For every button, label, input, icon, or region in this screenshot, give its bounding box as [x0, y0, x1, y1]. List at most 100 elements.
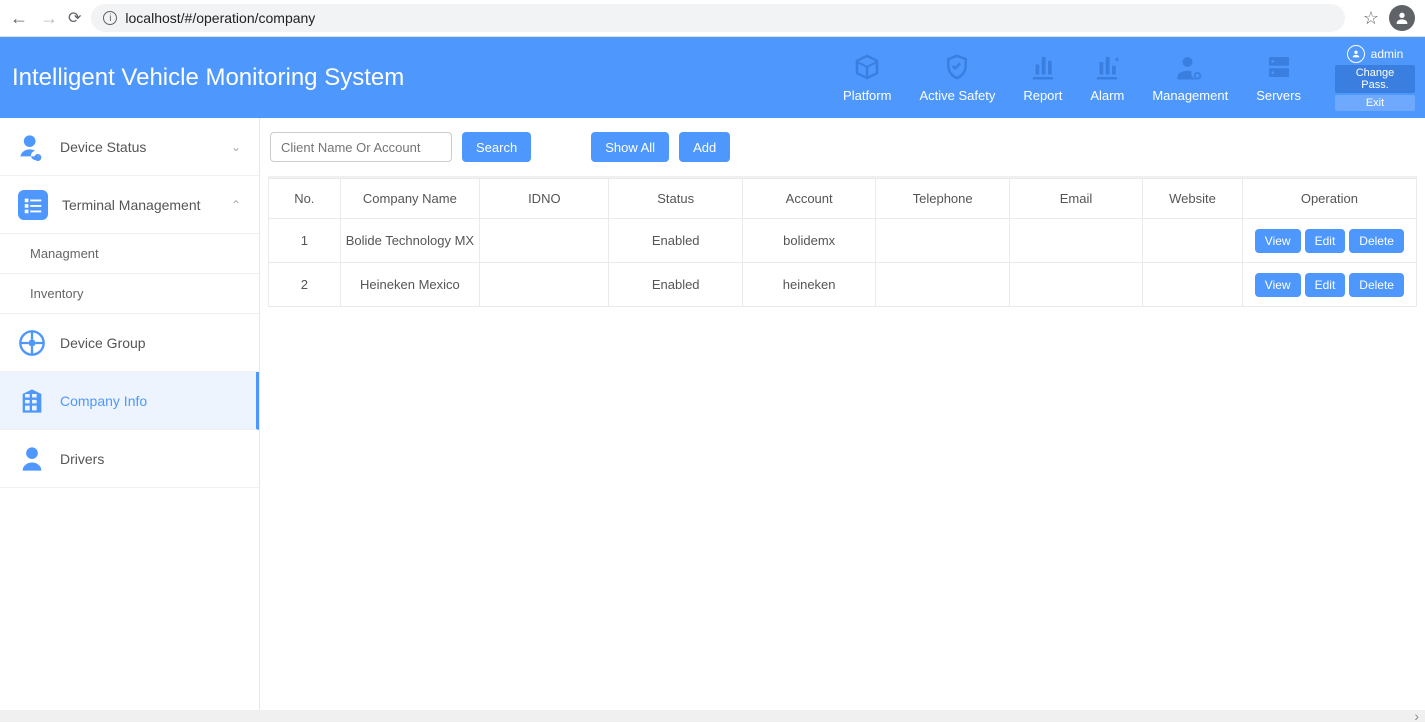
sidebar-label: Terminal Management	[62, 197, 201, 213]
info-icon: i	[103, 11, 117, 25]
cell-operation: ViewEditDelete	[1242, 219, 1416, 263]
col-account: Account	[742, 179, 875, 219]
toolbar: Search Show All Add	[260, 118, 1425, 176]
sidebar-label: Device Status	[60, 139, 146, 155]
cell-idno	[480, 219, 609, 263]
table-row: 2Heineken Mexico Enabledheineken ViewEditD…	[269, 263, 1417, 307]
nav-label: Alarm	[1090, 88, 1124, 103]
col-website: Website	[1143, 179, 1243, 219]
horizontal-scrollbar[interactable]	[0, 710, 1425, 722]
box-icon	[852, 52, 882, 82]
nav-label: Platform	[843, 88, 891, 103]
url-text: localhost/#/operation/company	[125, 10, 315, 26]
col-operation: Operation	[1242, 179, 1416, 219]
sidebar-item-inventory[interactable]: Inventory	[0, 274, 259, 314]
header-user: admin Change Pass. Exit	[1325, 37, 1425, 118]
sidebar-label: Inventory	[30, 286, 83, 301]
search-button[interactable]: Search	[462, 132, 531, 162]
table-header-row: No. Company Name IDNO Status Account Tel…	[269, 179, 1417, 219]
col-telephone: Telephone	[876, 179, 1009, 219]
col-email: Email	[1009, 179, 1142, 219]
cell-no: 2	[269, 263, 341, 307]
cell-status: Enabled	[609, 263, 742, 307]
sidebar: Device Status ⌄ Terminal Management ⌃ Ma…	[0, 118, 260, 710]
nav-label: Servers	[1256, 88, 1301, 103]
nav-label: Management	[1152, 88, 1228, 103]
nav-management[interactable]: Management	[1138, 37, 1242, 118]
sidebar-label: Company Info	[60, 393, 147, 409]
table-row: 1Bolide Technology MXEnabledbolidemxView…	[269, 219, 1417, 263]
sidebar-label: Device Group	[60, 335, 146, 351]
table-container: No. Company Name IDNO Status Account Tel…	[268, 176, 1417, 710]
sidebar-item-device-status[interactable]: Device Status ⌄	[0, 118, 259, 176]
list-icon	[18, 190, 48, 220]
forward-button[interactable]: →	[40, 8, 58, 29]
cell-email	[1009, 219, 1142, 263]
cell-account: heineken	[742, 263, 875, 307]
url-bar[interactable]: i localhost/#/operation/company	[91, 4, 1344, 32]
nav-active-safety[interactable]: Active Safety	[905, 37, 1009, 118]
edit-button[interactable]: Edit	[1305, 229, 1346, 253]
user-avatar-icon	[1347, 45, 1365, 63]
nav-servers[interactable]: Servers	[1242, 37, 1315, 118]
cell-account: bolidemx	[742, 219, 875, 263]
cell-email	[1009, 263, 1142, 307]
exit-link[interactable]: Exit	[1335, 95, 1415, 111]
chevron-down-icon: ⌄	[231, 140, 241, 154]
change-password-link[interactable]: Change Pass.	[1335, 65, 1415, 93]
sidebar-label: Drivers	[60, 451, 104, 467]
cell-idno	[480, 263, 609, 307]
view-button[interactable]: View	[1255, 273, 1301, 297]
sidebar-item-device-group[interactable]: Device Group	[0, 314, 259, 372]
profile-icon[interactable]	[1389, 5, 1415, 31]
nav-label: Active Safety	[919, 88, 995, 103]
col-idno: IDNO	[480, 179, 609, 219]
search-input[interactable]	[270, 132, 452, 162]
app-header: Intelligent Vehicle Monitoring System Pl…	[0, 37, 1425, 118]
user-check-icon	[18, 133, 46, 161]
nav-alarm[interactable]: Alarm	[1076, 37, 1138, 118]
col-company-name: Company Name	[340, 179, 480, 219]
sidebar-label: Managment	[30, 246, 99, 261]
nav-label: Report	[1023, 88, 1062, 103]
sidebar-item-terminal-management[interactable]: Terminal Management ⌃	[0, 176, 259, 234]
company-table: No. Company Name IDNO Status Account Tel…	[268, 178, 1417, 307]
col-status: Status	[609, 179, 742, 219]
add-button[interactable]: Add	[679, 132, 730, 162]
nav-report[interactable]: Report	[1009, 37, 1076, 118]
chart-icon	[1028, 52, 1058, 82]
cell-website	[1143, 263, 1243, 307]
steering-icon	[18, 329, 46, 357]
view-button[interactable]: View	[1255, 229, 1301, 253]
browser-toolbar: ← → ⟳ i localhost/#/operation/company ☆	[0, 0, 1425, 37]
username-label: admin	[1371, 47, 1404, 61]
delete-button[interactable]: Delete	[1349, 273, 1404, 297]
cell-telephone	[876, 263, 1009, 307]
cell-company: Bolide Technology MX	[340, 219, 480, 263]
cell-operation: ViewEditDelete	[1242, 263, 1416, 307]
sidebar-item-company-info[interactable]: Company Info	[0, 372, 259, 430]
col-no: No.	[269, 179, 341, 219]
cell-website	[1143, 219, 1243, 263]
building-icon	[18, 387, 46, 415]
nav-platform[interactable]: Platform	[829, 37, 905, 118]
content-area: Search Show All Add No. Company Name IDN…	[260, 118, 1425, 710]
cell-no: 1	[269, 219, 341, 263]
edit-button[interactable]: Edit	[1305, 273, 1346, 297]
app-title: Intelligent Vehicle Monitoring System	[12, 64, 404, 92]
reload-button[interactable]: ⟳	[68, 8, 81, 28]
header-nav: Platform Active Safety Report Alarm Mana…	[829, 37, 1315, 118]
alarm-icon	[1092, 52, 1122, 82]
shield-icon	[942, 52, 972, 82]
cell-telephone	[876, 219, 1009, 263]
sidebar-item-managment[interactable]: Managment	[0, 234, 259, 274]
show-all-button[interactable]: Show All	[591, 132, 669, 162]
back-button[interactable]: ←	[10, 8, 28, 29]
sidebar-item-drivers[interactable]: Drivers	[0, 430, 259, 488]
driver-icon	[18, 445, 46, 473]
chevron-up-icon: ⌃	[231, 198, 241, 212]
delete-button[interactable]: Delete	[1349, 229, 1404, 253]
cell-company: Heineken Mexico	[340, 263, 480, 307]
user-gear-icon	[1175, 52, 1205, 82]
bookmark-icon[interactable]: ☆	[1363, 8, 1379, 29]
